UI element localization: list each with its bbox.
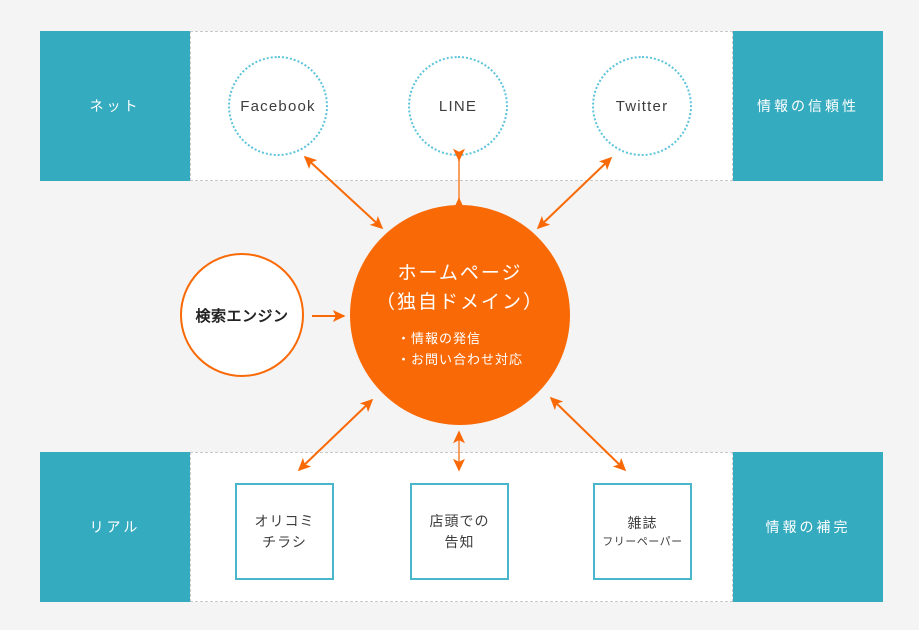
node-facebook[interactable]: Facebook [228, 56, 328, 156]
node-line[interactable]: LINE [408, 56, 508, 156]
hub-bullets: ・情報の発信 ・お問い合わせ対応 [397, 329, 523, 369]
node-tento-kokuchi-line2: 告知 [444, 533, 475, 550]
node-line-label: LINE [438, 97, 478, 115]
node-orikomi-chirashi-line1: オリコミ [254, 512, 315, 529]
hub-title-line1: ホームページ [397, 263, 523, 285]
net-band-right-label: 情報の信頼性 [733, 31, 883, 181]
node-tento-kokuchi-line1: 店頭での [429, 512, 490, 529]
real-band-left-label: リアル [40, 452, 190, 602]
node-tento-kokuchi[interactable]: 店頭での 告知 [410, 483, 509, 580]
node-search-engine-label: 検索エンジン [195, 307, 289, 325]
node-zasshi-freepaper-line1: 雑誌 [627, 514, 658, 531]
net-band-right-label-text: 情報の信頼性 [757, 98, 859, 114]
hub-bullet-2: ・お問い合わせ対応 [396, 351, 523, 367]
hub-bullet-1: ・情報の発信 [396, 331, 481, 347]
node-facebook-label: Facebook [240, 97, 316, 115]
net-band-left-label-text: ネット [89, 98, 141, 114]
real-band-left-label-text: リアル [89, 519, 141, 535]
node-twitter-label: Twitter [615, 97, 669, 115]
node-homepage-hub[interactable]: ホームページ （独自ドメイン） ・情報の発信 ・お問い合わせ対応 [350, 205, 570, 425]
net-band-left-label: ネット [40, 31, 190, 181]
node-orikomi-chirashi-line2: チラシ [262, 533, 307, 550]
node-twitter[interactable]: Twitter [592, 56, 692, 156]
node-zasshi-freepaper[interactable]: 雑誌 フリーペーパー [593, 483, 692, 580]
node-search-engine[interactable]: 検索エンジン [180, 253, 304, 377]
hub-title-line2: （独自ドメイン） [375, 291, 544, 313]
real-band-right-label: 情報の補完 [733, 452, 883, 602]
real-band-right-label-text: 情報の補完 [765, 519, 851, 535]
hub-title: ホームページ （独自ドメイン） [376, 260, 544, 317]
node-zasshi-freepaper-line2: フリーペーパー [602, 535, 683, 548]
node-orikomi-chirashi[interactable]: オリコミ チラシ [235, 483, 334, 580]
diagram-canvas: ネット 情報の信頼性 Facebook LINE Twitter リアル 情報の… [0, 0, 919, 630]
